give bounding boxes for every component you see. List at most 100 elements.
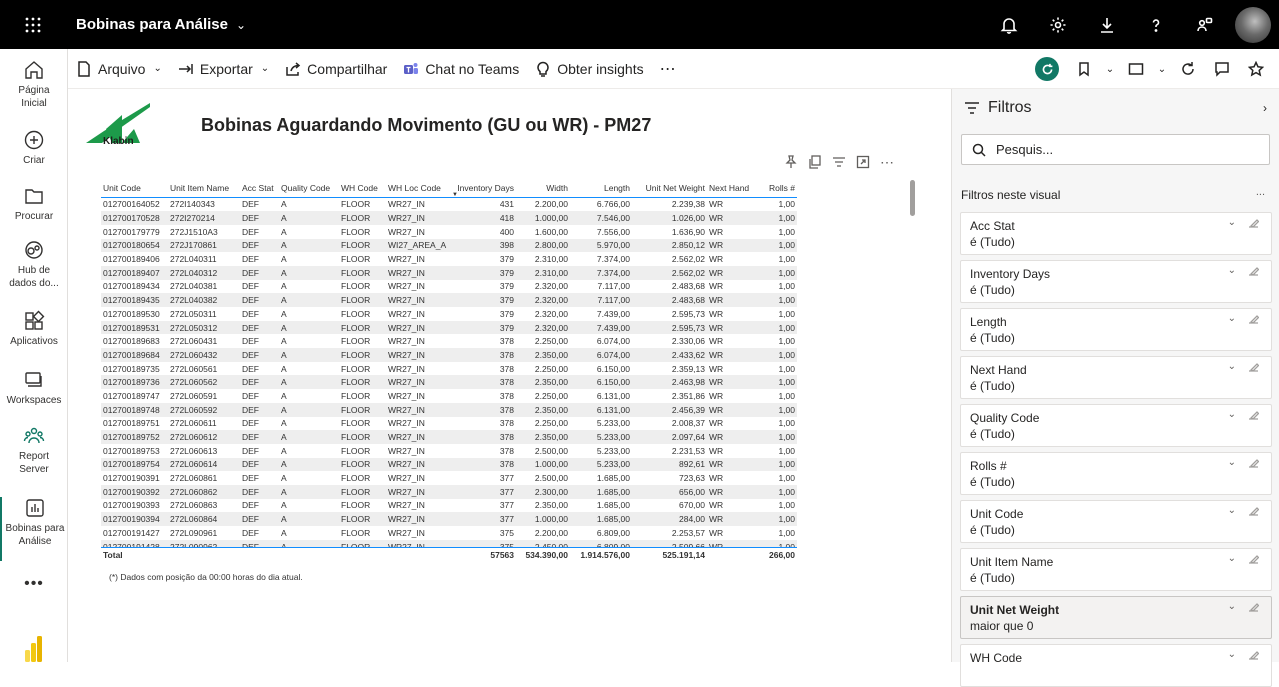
reload-button[interactable] (1173, 54, 1203, 84)
column-header[interactable]: Next Hand (707, 179, 757, 197)
notifications-button[interactable] (984, 0, 1033, 49)
table-row[interactable]: 012700164052 272I140343 DEF A FLOOR WR27_IN 43… (101, 198, 797, 212)
chevron-down-icon[interactable]: ⌄ (1228, 265, 1236, 276)
chevron-down-icon[interactable]: ⌄ (1228, 313, 1236, 324)
nav-item-create[interactable]: Criar (0, 129, 68, 167)
pin-icon[interactable] (784, 155, 798, 169)
share-button[interactable]: Compartilhar (277, 49, 395, 89)
help-button[interactable] (1131, 0, 1180, 49)
table-row[interactable]: 012700190392 272L060862 DEF A FLOOR WR27_IN 37… (101, 484, 797, 499)
eraser-icon[interactable] (1248, 409, 1259, 420)
filter-card[interactable]: Unit Net Weight maior que 0 ⌄ (960, 596, 1272, 639)
refresh-visuals-button[interactable] (1035, 57, 1059, 81)
column-header[interactable]: Quality Code (279, 179, 339, 197)
table-row[interactable]: 012700189531 272L050312 DEF A FLOOR WR27_IN 37… (101, 320, 797, 335)
filter-card[interactable]: WH Code ⌄ (960, 644, 1272, 687)
table-row[interactable]: 012700189530 272L050311 DEF A FLOOR WR27_IN 37… (101, 307, 797, 321)
table-row[interactable]: 012700189747 272L060591 DEF A FLOOR WR27_IN 37… (101, 389, 797, 403)
app-launcher-button[interactable] (0, 0, 66, 49)
filter-card[interactable]: Next Hand é (Tudo) ⌄ (960, 356, 1272, 399)
table-row[interactable]: 012700190393 272L060863 DEF A FLOOR WR27_IN 37… (101, 499, 797, 513)
filters-search-input[interactable]: Pesquis... (961, 134, 1270, 165)
focus-mode-icon[interactable] (856, 155, 870, 169)
column-header[interactable]: WH Code (339, 179, 386, 197)
nav-item-data-hub[interactable]: Hub de dados do... (0, 239, 68, 290)
filter-card[interactable]: Length é (Tudo) ⌄ (960, 308, 1272, 351)
column-header[interactable]: Unit Net Weight (632, 179, 707, 197)
app-title-dropdown[interactable]: Bobinas para Análise ⌄ (76, 16, 246, 33)
column-header[interactable]: WH Loc Code (386, 179, 450, 197)
export-menu-button[interactable]: Exportar ⌄ (170, 49, 277, 89)
table-row[interactable]: 012700189752 272L060612 DEF A FLOOR WR27_IN 37… (101, 430, 797, 444)
table-row[interactable]: 012700189406 272L040311 DEF A FLOOR WR27_IN 37… (101, 252, 797, 266)
copy-icon[interactable] (808, 155, 822, 169)
chevron-down-icon[interactable]: ⌄ (1228, 361, 1236, 372)
column-header[interactable]: Width (516, 179, 570, 197)
table-row[interactable]: 012700189754 272L060614 DEF A FLOOR WR27_IN 37… (101, 457, 797, 472)
bookmark-button[interactable] (1069, 54, 1099, 84)
chevron-down-icon[interactable]: ⌄ (1228, 553, 1236, 564)
eraser-icon[interactable] (1248, 313, 1259, 324)
view-button[interactable] (1121, 54, 1151, 84)
chevron-down-icon[interactable]: ⌄ (1228, 409, 1236, 420)
insights-button[interactable]: Obter insights (527, 49, 651, 89)
avatar[interactable] (1235, 6, 1271, 43)
table-scrollbar[interactable] (910, 180, 915, 216)
table-row[interactable]: 012700190394 272L060864 DEF A FLOOR WR27_IN 37… (101, 512, 797, 526)
table-row[interactable]: 012700189407 272L040312 DEF A FLOOR WR27_IN 37… (101, 265, 797, 280)
eraser-icon[interactable] (1248, 457, 1259, 468)
chevron-down-icon[interactable]: ⌄ (1103, 54, 1117, 84)
eraser-icon[interactable] (1248, 265, 1259, 276)
favorite-button[interactable] (1241, 54, 1271, 84)
share-people-button[interactable] (1180, 0, 1229, 49)
toolbar-more-button[interactable]: ⋯ (652, 49, 684, 89)
more-options-icon[interactable]: ⋯ (880, 155, 894, 169)
table-row[interactable]: 012700189751 272L060611 DEF A FLOOR WR27_IN 37… (101, 417, 797, 431)
download-button[interactable] (1082, 0, 1131, 49)
nav-item-report-server[interactable]: Report Server (0, 425, 68, 476)
column-header[interactable]: Rolls # (757, 179, 797, 197)
chevron-down-icon[interactable]: ⌄ (1228, 601, 1236, 612)
chevron-down-icon[interactable]: ⌄ (1155, 54, 1169, 84)
eraser-icon[interactable] (1248, 361, 1259, 372)
filter-icon[interactable] (832, 155, 846, 169)
eraser-icon[interactable] (1248, 553, 1259, 564)
chevron-down-icon[interactable]: ⌄ (1228, 649, 1236, 660)
table-row[interactable]: 012700189684 272L060432 DEF A FLOOR WR27_IN 37… (101, 348, 797, 362)
table-row[interactable]: 012700189735 272L060561 DEF A FLOOR WR27_IN 37… (101, 362, 797, 376)
filter-card[interactable]: Unit Code é (Tudo) ⌄ (960, 500, 1272, 543)
collapse-filters-button[interactable]: › (1263, 101, 1267, 115)
column-header[interactable]: Inventory Days ▼ (450, 179, 516, 197)
table-row[interactable]: 012700190391 272L060861 DEF A FLOOR WR27_IN 37… (101, 471, 797, 485)
table-row[interactable]: 012700189736 272L060562 DEF A FLOOR WR27_IN 37… (101, 375, 797, 390)
filter-card[interactable]: Inventory Days é (Tudo) ⌄ (960, 260, 1272, 303)
column-header[interactable]: Length (570, 179, 632, 197)
filter-card[interactable]: Unit Item Name é (Tudo) ⌄ (960, 548, 1272, 591)
nav-item-bobinas[interactable]: Bobinas para Análise (0, 497, 68, 561)
table-row[interactable]: 012700189434 272L040381 DEF A FLOOR WR27_IN 37… (101, 280, 797, 294)
table-row[interactable]: 012700189748 272L060592 DEF A FLOOR WR27_IN 37… (101, 402, 797, 417)
eraser-icon[interactable] (1248, 505, 1259, 516)
comments-button[interactable] (1207, 54, 1237, 84)
nav-more-button[interactable]: ••• (0, 576, 68, 592)
table-row[interactable]: 012700191428 272L090962 DEF A FLOOR WR27_IN 37… (101, 539, 797, 547)
nav-item-browse[interactable]: Procurar (0, 185, 68, 223)
column-header[interactable]: Unit Item Name (168, 179, 240, 197)
table-row[interactable]: 012700189435 272L040382 DEF A FLOOR WR27_IN 37… (101, 293, 797, 307)
table-row[interactable]: 012700191427 272L090961 DEF A FLOOR WR27_IN 37… (101, 526, 797, 540)
nav-item-apps[interactable]: Aplicativos (0, 310, 68, 348)
column-header[interactable]: Unit Code (101, 179, 168, 197)
filter-card[interactable]: Quality Code é (Tudo) ⌄ (960, 404, 1272, 447)
table-row[interactable]: 012700189683 272L060431 DEF A FLOOR WR27_IN 37… (101, 334, 797, 348)
eraser-icon[interactable] (1248, 217, 1259, 228)
table-row[interactable]: 012700170528 272I270214 DEF A FLOOR WR27_IN 41… (101, 211, 797, 225)
nav-item-home[interactable]: Página Inicial (0, 59, 68, 110)
table-row[interactable]: 012700180654 272J170861 DEF A FLOOR WI27_AREA… (101, 238, 797, 253)
nav-item-workspaces[interactable]: Workspaces (0, 369, 68, 407)
teams-chat-button[interactable]: Chat no Teams (395, 49, 527, 89)
filter-card[interactable]: Acc Stat é (Tudo) ⌄ (960, 212, 1272, 255)
table-body-scroll[interactable]: 012700164052 272I140343 DEF A FLOOR WR27_IN 43… (101, 198, 797, 548)
file-menu-button[interactable]: Arquivo ⌄ (68, 49, 170, 89)
table-row[interactable]: 012700179779 272J1510A3 DEF A FLOOR WR27_IN 40… (101, 225, 797, 239)
settings-button[interactable] (1033, 0, 1082, 49)
